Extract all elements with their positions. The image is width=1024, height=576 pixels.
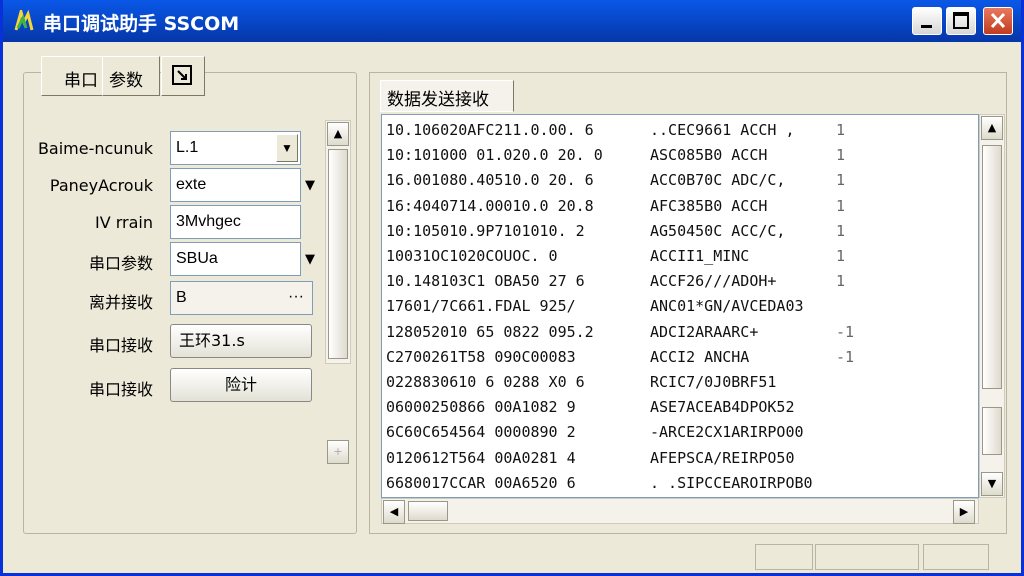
pane-acrouk-input[interactable]: exte: [170, 168, 301, 202]
serial-recv-button[interactable]: 王环31.s: [170, 324, 312, 358]
tab-serial[interactable]: 串口: [41, 56, 103, 96]
frame-count-value: L.1: [176, 139, 199, 156]
label-serial-recv-1: 串口接收: [88, 336, 153, 355]
recv-mode-field[interactable]: B ···: [170, 281, 313, 315]
serial-params-input[interactable]: SBUa: [170, 242, 301, 276]
recv-mode-value: B: [176, 289, 187, 306]
settings-scrollbar[interactable]: ▲: [325, 120, 351, 364]
receive-hscrollbar[interactable]: ◀ ▶: [381, 498, 979, 524]
receive-cell-ascii: ASC085B0 ACCH: [650, 146, 768, 165]
receive-cell-hex: 10:105010.9P7101010. 2: [386, 221, 585, 240]
receive-cell-ascii: ACCI2 ANCHA: [650, 347, 750, 366]
status-pane-2: [815, 544, 919, 570]
resize-icon: [172, 65, 192, 85]
minimize-button[interactable]: [912, 7, 942, 35]
receive-cell-ascii: ACCF26///ADOH+: [650, 272, 777, 291]
receive-cell-n: 1: [836, 272, 846, 291]
receive-cell-ascii: AFEPSCA/REIRPO50: [650, 448, 795, 467]
resize-button[interactable]: [161, 56, 205, 96]
receive-cell-ascii: ACC0B70C ADC/C,: [650, 171, 786, 190]
receive-cell-hex: 0120612T564 00A0281 4: [386, 448, 576, 467]
receive-cell-hex: 16.001080.40510.0 20. 6: [386, 171, 594, 190]
receive-cell-ascii: AFC385B0 ACCH: [650, 196, 768, 215]
receive-text-area[interactable]: 10.106020AFC211.0.00. 6 ..CEC9661 ACCH , 1…: [381, 114, 979, 498]
receive-cell-ascii: ACCII1_MINC: [650, 247, 750, 265]
label-serial-params: 串口参数: [88, 254, 153, 273]
label-frame-count: Baime-ncunuk: [37, 139, 153, 158]
receive-cell-hex: 6C60C654564 0000890 2: [386, 423, 576, 442]
receive-cell-hex: 17601/7C661.FDAL 925/: [386, 297, 576, 316]
label-iv-rrain: IV rrain: [94, 213, 153, 232]
receive-cell-n: 1: [836, 196, 846, 215]
scroll-thumb[interactable]: [328, 149, 348, 359]
dropdown-arrow-icon[interactable]: ▼: [305, 178, 315, 193]
receive-cell-hex: 10.106020AFC211.0.00. 6: [386, 121, 594, 139]
receive-cell-hex: C2700261T58 090C00083: [386, 347, 576, 366]
app-icon: [14, 10, 34, 31]
receive-cell-hex: 10.148103C1 OBA50 27 6: [386, 272, 585, 291]
receive-cell-n: 1: [836, 146, 846, 165]
maximize-button[interactable]: [946, 7, 976, 35]
receive-cell-hex: 06000250866 00A1082 9: [386, 398, 576, 417]
dropdown-arrow-icon[interactable]: ▼: [305, 252, 315, 267]
scroll-thumb[interactable]: [982, 145, 1002, 389]
receive-cell-hex: 128052010 65 0822 095.2: [386, 322, 594, 341]
receive-cell-hex: 10031OC1020COUOC. 0: [386, 247, 558, 265]
receive-cell-ascii: ADCI2ARAARC+: [650, 322, 759, 341]
main-window: 串口调试助手 SSCOM 串口 参数 Baime-ncunuk L.1 ▼ Pa…: [0, 0, 1024, 576]
receive-cell-ascii: ..CEC9661 ACCH ,: [650, 121, 795, 139]
receive-cell-hex: 6680017CCAR 00A6520 6: [386, 473, 576, 492]
tab-params[interactable]: 参数: [102, 56, 160, 96]
receive-cell-hex: 0228830610 6 0288 X0 6: [386, 373, 585, 391]
status-bar: [3, 538, 1021, 576]
receive-cell-ascii: RCIC7/0J0BRF51: [650, 373, 777, 391]
receive-cell-hex: 16:4040714.00010.0 20.8: [386, 196, 594, 215]
scroll-down-icon[interactable]: ▼: [981, 472, 1003, 496]
status-pane-3: [923, 544, 989, 570]
receive-cell-n: -1: [836, 347, 855, 366]
receive-cell-ascii: ASE7ACEAB4DPOK52: [650, 398, 795, 417]
plus-icon[interactable]: +: [327, 440, 349, 464]
browse-button[interactable]: ···: [288, 288, 304, 306]
receive-cell-ascii: AG50450C ACC/C,: [650, 221, 786, 240]
label-pane-acrouk: PaneyAcrouk: [49, 176, 153, 195]
receive-cell-ascii: ANC01*GN/AVCEDA03: [650, 297, 804, 316]
scroll-up-icon[interactable]: ▲: [981, 116, 1003, 140]
count-button[interactable]: 险计: [170, 368, 312, 402]
scroll-right-icon[interactable]: ▶: [953, 500, 975, 524]
minimize-icon: [921, 25, 932, 28]
window-title: 串口调试助手 SSCOM: [43, 13, 240, 35]
frame-count-select[interactable]: L.1 ▼: [170, 131, 301, 165]
receive-vscrollbar[interactable]: ▲ ▼: [979, 114, 1005, 498]
dropdown-arrow-icon[interactable]: ▼: [276, 134, 298, 162]
label-serial-recv-2: 串口接收: [88, 380, 153, 399]
iv-rrain-value: 3Mvhgec: [176, 213, 241, 230]
serial-params-value: SBUa: [176, 250, 218, 267]
scroll-thumb-lower[interactable]: [982, 407, 1002, 455]
hscroll-thumb[interactable]: [408, 501, 448, 521]
close-button[interactable]: [983, 7, 1013, 35]
receive-cell-ascii: -ARCE2CX1ARIRPO00: [650, 423, 804, 442]
maximize-icon: [953, 12, 969, 29]
receive-cell-n: 1: [836, 121, 846, 139]
scroll-left-icon[interactable]: ◀: [383, 500, 405, 524]
receive-cell-ascii: . .SIPCCEAROIRPOB0: [650, 473, 813, 492]
close-icon: [990, 12, 1006, 29]
status-pane-1: [755, 544, 813, 570]
receive-cell-n: 1: [836, 171, 846, 190]
receive-cell-n: 1: [836, 247, 846, 265]
tab-data-send-receive[interactable]: 数据发送接收: [380, 80, 514, 112]
pane-acrouk-value: exte: [176, 176, 207, 193]
title-bar[interactable]: 串口调试助手 SSCOM: [3, 0, 1021, 42]
label-recv-mode: 离并接收: [88, 293, 153, 312]
receive-cell-n: 1: [836, 221, 846, 240]
receive-cell-n: -1: [836, 322, 855, 341]
iv-rrain-input[interactable]: 3Mvhgec: [170, 205, 301, 239]
scroll-up-icon[interactable]: ▲: [327, 122, 349, 146]
receive-cell-hex: 10:101000 01.020.0 20. 0: [386, 146, 603, 165]
